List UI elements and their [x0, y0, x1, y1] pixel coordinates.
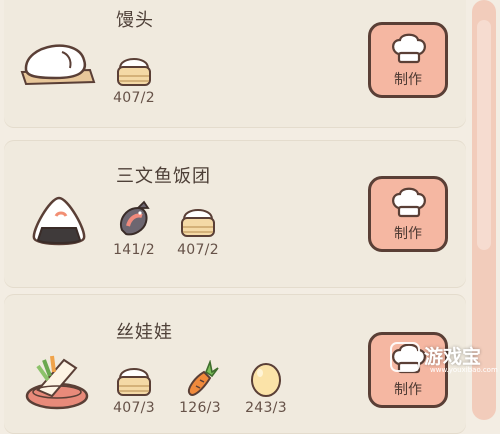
mantou-dish-icon [18, 30, 98, 94]
salmon-icon [120, 200, 150, 236]
watermark-subtext: www.youxibao.com [430, 366, 498, 374]
onigiri-dish-icon [28, 194, 90, 254]
make-button-salmon-onigiri[interactable]: 制作 [368, 176, 448, 252]
ingredient-quantity: 243/3 [245, 400, 287, 416]
make-button-label: 制作 [394, 382, 422, 398]
carrot-icon [188, 360, 219, 396]
steamed-bun-basket-icon [117, 368, 151, 396]
recipe-title: 馒头 [116, 10, 154, 31]
make-button-mantou[interactable]: 制作 [368, 22, 448, 98]
chef-hat-icon [392, 187, 426, 218]
make-button-label: 制作 [394, 226, 422, 242]
ingredient-steamed-bun: 407/2 [108, 50, 160, 106]
steamed-bun-basket-icon [181, 209, 215, 237]
ingredient-quantity: 407/2 [113, 90, 155, 106]
scrollbar-thumb[interactable] [477, 20, 491, 250]
make-button-label: 制作 [394, 72, 422, 88]
ingredient-carrot: 126/3 [174, 360, 226, 416]
ingredient-quantity: 126/3 [179, 400, 221, 416]
chef-hat-icon [392, 33, 426, 64]
steamed-bun-basket-icon [117, 58, 151, 86]
watermark: 游戏宝 www.youxibao.com [390, 338, 500, 378]
siwawa-dish-icon [24, 346, 90, 416]
ingredient-steamed-bun: 407/3 [108, 360, 160, 416]
ingredient-quantity: 141/2 [113, 242, 155, 258]
recipe-card-mantou: 馒头 407/2 制作 [4, 0, 466, 128]
recipe-title: 丝娃娃 [116, 322, 173, 343]
ingredient-steamed-bun: 407/2 [172, 200, 224, 258]
ingredient-egg: 243/3 [240, 360, 292, 416]
ingredient-quantity: 407/2 [177, 242, 219, 258]
watermark-logo-icon [390, 342, 420, 372]
watermark-text: 游戏宝 [424, 346, 482, 368]
egg-icon [251, 363, 281, 397]
ingredient-salmon: 141/2 [108, 200, 160, 258]
recipe-card-salmon-onigiri: 三文鱼饭团 141/2 407/2 制作 [4, 140, 466, 288]
ingredient-quantity: 407/3 [113, 400, 155, 416]
recipe-title: 三文鱼饭团 [116, 166, 211, 187]
